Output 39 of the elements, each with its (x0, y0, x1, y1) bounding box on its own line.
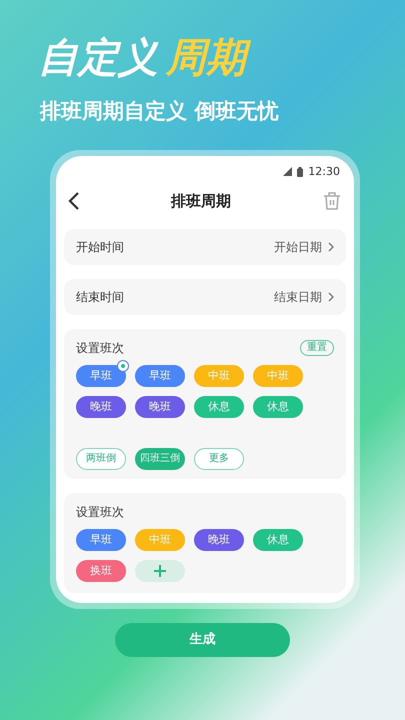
shift-chip[interactable]: 晚班 (135, 396, 185, 418)
shift-chip[interactable]: 早班 (76, 364, 126, 386)
row-value: 结束日期 (274, 288, 322, 306)
reset-button[interactable]: 重置 (300, 340, 334, 356)
trash-icon[interactable] (322, 191, 342, 212)
chevron-icon (328, 292, 334, 302)
mode-button[interactable]: 更多 (194, 448, 244, 470)
add-button[interactable] (135, 560, 185, 582)
shift-chip[interactable]: 休息 (194, 396, 244, 418)
plus-icon (154, 564, 166, 576)
shift-chip[interactable]: 休息 (253, 396, 303, 418)
shift-chip[interactable]: 休息 (253, 528, 303, 550)
headline: 自定义 (38, 34, 160, 83)
row-value: 开始日期 (274, 238, 322, 256)
status-time: 12:30 (308, 164, 340, 180)
battery-icon (297, 166, 304, 177)
generate-button[interactable]: 生成 (115, 622, 290, 656)
date-row[interactable]: 结束时间 结束日期 (64, 278, 346, 314)
mode-button[interactable]: 两班倒 (76, 448, 126, 470)
page-title: 排班周期 (171, 191, 231, 212)
shift-chip[interactable]: 晚班 (76, 396, 126, 418)
shift-chip[interactable]: 早班 (135, 364, 185, 386)
row-label: 开始时间 (76, 238, 124, 256)
shift-chip[interactable]: 中班 (253, 364, 303, 386)
mode-button[interactable]: 四班三倒 (135, 448, 185, 470)
shift-chip[interactable]: 早班 (76, 528, 126, 550)
date-row[interactable]: 开始时间 开始日期 (64, 228, 346, 264)
signal-icon (283, 167, 292, 176)
shift-chip[interactable]: 中班 (194, 364, 244, 386)
headline-highlight: 周期 (166, 32, 256, 84)
shift-chip[interactable]: 中班 (135, 528, 185, 550)
section-title: 设置班次 (76, 504, 125, 520)
section-title: 设置班次 (76, 340, 124, 356)
back-icon[interactable] (68, 192, 80, 210)
subtitle: 排班周期自定义 倒班无忧 (38, 98, 280, 125)
chevron-icon (328, 242, 334, 252)
shift-chip[interactable]: 晚班 (194, 528, 244, 550)
row-label: 结束时间 (76, 288, 124, 306)
shift-chip[interactable]: 换班 (76, 560, 126, 582)
